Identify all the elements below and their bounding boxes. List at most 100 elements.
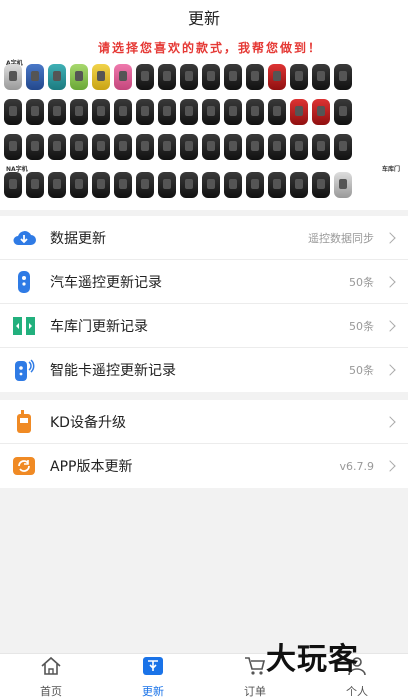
key-image: [224, 99, 242, 125]
row-value: 50条: [349, 319, 374, 333]
row-kd-device-upgrade[interactable]: KD设备升级: [0, 400, 408, 444]
key-image: [4, 99, 22, 125]
key-image: [158, 99, 176, 125]
key-image: [114, 99, 132, 125]
key-image: [70, 172, 88, 198]
key-image: [202, 172, 220, 198]
key-image: [268, 172, 286, 198]
tab-update[interactable]: 更新: [102, 654, 204, 700]
key-image: [180, 134, 198, 160]
row-value: 50条: [349, 275, 374, 289]
key-image: [158, 134, 176, 160]
key-image: [290, 99, 308, 125]
key-image: [26, 134, 44, 160]
key-image: [202, 99, 220, 125]
chevron-right-icon: [384, 231, 396, 244]
key-image: [4, 134, 22, 160]
cart-icon: [244, 656, 266, 680]
key-row-4: [4, 172, 352, 198]
key-image: [334, 99, 352, 125]
update-list-secondary: KD设备升级 APP版本更新 v6.7.9: [0, 400, 408, 488]
key-image: [92, 172, 110, 198]
car-remote-icon: [12, 270, 36, 294]
key-image: [290, 134, 308, 160]
key-image: [48, 99, 66, 125]
key-image: [246, 64, 264, 90]
key-image: [246, 172, 264, 198]
key-catalog-banner[interactable]: 请选择您喜欢的款式，我帮您做到！ A字机: [0, 34, 408, 210]
key-image: [202, 134, 220, 160]
key-image: [224, 134, 242, 160]
row-garage-door-records[interactable]: 车库门更新记录 50条: [0, 304, 408, 348]
tab-label: 更新: [142, 684, 164, 698]
key-row-2: [4, 99, 352, 125]
key-image: [224, 172, 242, 198]
key-image: [268, 99, 286, 125]
app-update-icon: [12, 454, 36, 478]
row-label: 数据更新: [50, 230, 106, 247]
page-title: 更新: [187, 9, 220, 28]
key-image: [26, 99, 44, 125]
key-image: [26, 172, 44, 198]
row-label: 汽车遥控更新记录: [50, 274, 162, 291]
row-smart-card-records[interactable]: 智能卡遥控更新记录 50条: [0, 348, 408, 392]
key-image: [158, 172, 176, 198]
key-image: [224, 64, 242, 90]
key-row-3: [4, 134, 352, 160]
key-image: [180, 99, 198, 125]
key-image: [136, 99, 154, 125]
chevron-right-icon: [384, 275, 396, 288]
key-image: [136, 64, 154, 90]
key-image: [246, 134, 264, 160]
key-image: [158, 64, 176, 90]
key-image: [114, 172, 132, 198]
row-label: 智能卡遥控更新记录: [50, 363, 176, 379]
key-image: [4, 64, 22, 90]
key-image: [48, 64, 66, 90]
key-image: [312, 64, 330, 90]
home-icon: [40, 656, 62, 680]
key-image: [334, 172, 352, 198]
key-image: [334, 64, 352, 90]
banner-headline: 请选择您喜欢的款式，我帮您做到！: [97, 41, 322, 55]
key-image: [312, 99, 330, 125]
key-image: [4, 172, 22, 198]
tab-label: 订单: [244, 684, 266, 698]
key-image: [26, 64, 44, 90]
tab-label: 首页: [40, 684, 62, 698]
key-image: [246, 99, 264, 125]
kd-device-icon: [12, 409, 36, 434]
row-car-remote-records[interactable]: 汽车遥控更新记录 50条: [0, 260, 408, 304]
row-app-version-update[interactable]: APP版本更新 v6.7.9: [0, 444, 408, 488]
key-image: [136, 172, 154, 198]
key-image: [268, 64, 286, 90]
key-image: [180, 64, 198, 90]
app-version-value: v6.7.9: [339, 459, 375, 473]
tab-home[interactable]: 首页: [0, 654, 102, 700]
cloud-icon: [12, 226, 36, 250]
row-label: KD设备升级: [50, 414, 126, 431]
row-data-update[interactable]: 数据更新 遥控数据同步: [0, 216, 408, 260]
banner-group-label-garage: 车库门: [382, 166, 401, 173]
key-image: [290, 64, 308, 90]
key-image: [114, 64, 132, 90]
update-icon: [142, 656, 164, 680]
row-value: 50条: [349, 364, 374, 377]
row-label: 车库门更新记录: [50, 318, 148, 335]
key-image: [70, 134, 88, 160]
top-header: 更新: [0, 0, 408, 34]
key-image: [70, 99, 88, 125]
key-image: [136, 134, 154, 160]
row-value: 遥控数据同步: [308, 231, 374, 245]
chevron-right-icon: [384, 415, 396, 428]
key-row-1: [4, 64, 352, 90]
tab-label: 个人: [346, 684, 368, 698]
key-image: [268, 134, 286, 160]
key-image: [92, 99, 110, 125]
key-image: [48, 134, 66, 160]
key-image: [114, 134, 132, 160]
update-list-primary: 数据更新 遥控数据同步 汽车遥控更新记录 50条 车库门更新记录 50条 智能卡…: [0, 216, 408, 392]
key-image: [312, 134, 330, 160]
chevron-right-icon: [384, 319, 396, 332]
key-image: [202, 64, 220, 90]
